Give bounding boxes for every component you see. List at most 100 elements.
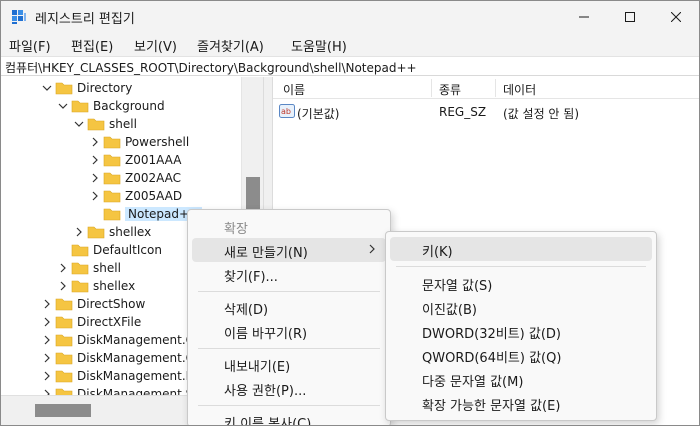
folder-icon xyxy=(71,261,89,275)
folder-icon xyxy=(55,369,73,383)
maximize-icon xyxy=(625,12,635,22)
window-title: 레지스트리 편집기 xyxy=(35,12,135,27)
tree-item-label: DiskManagement.Se xyxy=(77,387,201,395)
chevron-right-icon[interactable] xyxy=(41,388,53,395)
folder-icon xyxy=(71,243,89,257)
tree-item-directory[interactable]: Directory xyxy=(41,79,132,97)
column-header-name[interactable]: 이름 xyxy=(283,81,305,97)
chevron-down-icon[interactable] xyxy=(41,82,53,94)
menu-item-export[interactable]: 내보내기(E) xyxy=(188,352,390,376)
chevron-right-icon[interactable] xyxy=(41,316,53,328)
tree-item-shell-2[interactable]: shell xyxy=(57,259,121,277)
list-header: 이름 종류 데이터 xyxy=(273,77,699,99)
submenu-item-dword-value[interactable]: DWORD(32비트) 값(D) xyxy=(386,319,656,343)
maximize-button[interactable] xyxy=(607,1,653,33)
close-button[interactable] xyxy=(653,1,699,33)
tree-item-shell[interactable]: shell xyxy=(73,115,137,133)
column-divider[interactable] xyxy=(495,79,496,97)
tree-item-z001aaa[interactable]: Z001AAA xyxy=(89,151,181,169)
chevron-right-icon[interactable] xyxy=(41,334,53,346)
column-divider[interactable] xyxy=(431,79,432,97)
tree-item-diskmanagement-2[interactable]: DiskManagement.Co xyxy=(41,349,201,367)
submenu-item-key[interactable]: 키(K) xyxy=(390,237,652,261)
tree-item-powershell[interactable]: Powershell xyxy=(89,133,189,151)
tree-item-label: DiskManagement.Da xyxy=(77,369,203,383)
chevron-down-icon[interactable] xyxy=(57,100,69,112)
chevron-right-icon[interactable] xyxy=(57,280,69,292)
chevron-right-icon[interactable] xyxy=(57,262,69,274)
menu-item-rename[interactable]: 이름 바꾸기(R) xyxy=(188,319,390,343)
folder-icon xyxy=(55,387,73,395)
address-bar[interactable]: 컴퓨터\HKEY_CLASSES_ROOT\Directory\Backgrou… xyxy=(1,56,699,76)
chevron-right-icon[interactable] xyxy=(89,190,101,202)
menu-help[interactable]: 도움말(H) xyxy=(291,36,347,55)
tree-item-directxfile[interactable]: DirectXFile xyxy=(41,313,141,331)
folder-icon xyxy=(103,171,121,185)
tree-item-label: Background xyxy=(93,99,165,113)
close-icon xyxy=(671,12,681,22)
chevron-right-icon[interactable] xyxy=(89,154,101,166)
title-bar: 레지스트리 편집기 xyxy=(1,1,699,33)
submenu-item-multi-string-value[interactable]: 다중 문자열 값(M) xyxy=(386,367,656,391)
tree-item-label: DiskManagement.Co xyxy=(77,333,202,347)
menu-view[interactable]: 보기(V) xyxy=(134,36,177,55)
scrollbar-thumb[interactable] xyxy=(246,177,260,209)
menu-edit[interactable]: 편집(E) xyxy=(71,36,113,55)
menu-item-new[interactable]: 새로 만들기(N) xyxy=(192,238,386,262)
menu-separator xyxy=(198,405,380,406)
registry-editor-window: 레지스트리 편집기 파일(F) 편집(E) 보기(V) 즐겨찾기(A) 도움말(… xyxy=(0,0,700,426)
menu-item-delete[interactable]: 삭제(D) xyxy=(188,295,390,319)
folder-icon xyxy=(55,315,73,329)
tree-item-label: Z002AAC xyxy=(125,171,182,185)
tree-item-label: shellex xyxy=(109,225,152,239)
menu-file[interactable]: 파일(F) xyxy=(9,36,51,55)
tree-item-label: Directory xyxy=(77,81,133,95)
minimize-button[interactable] xyxy=(561,1,607,33)
tree-item-background[interactable]: Background xyxy=(57,97,165,115)
menu-item-permissions[interactable]: 사용 권한(P)... xyxy=(188,376,390,400)
tree-item-z005aad[interactable]: Z005AAD xyxy=(89,187,182,205)
chevron-right-icon[interactable] xyxy=(41,370,53,382)
submenu-item-string-value[interactable]: 문자열 값(S) xyxy=(386,271,656,295)
chevron-right-icon[interactable] xyxy=(89,136,101,148)
tree-item-z002aac[interactable]: Z002AAC xyxy=(89,169,181,187)
folder-icon xyxy=(103,153,121,167)
list-item[interactable]: ab (기본값) REG_SZ (값 설정 안 됨) xyxy=(273,103,699,123)
tree-item-directshow[interactable]: DirectShow xyxy=(41,295,145,313)
tree-item-shellex[interactable]: shellex xyxy=(73,223,151,241)
context-menu: 확장 새로 만들기(N) 찾기(F)... 삭제(D) 이름 바꾸기(R) 내보… xyxy=(187,209,391,425)
tree-item-defaulticon[interactable]: DefaultIcon xyxy=(71,241,162,259)
chevron-down-icon[interactable] xyxy=(73,118,85,130)
menu-separator xyxy=(198,291,380,292)
submenu-item-qword-value[interactable]: QWORD(64비트) 값(Q) xyxy=(386,343,656,367)
value-data: (값 설정 안 됨) xyxy=(503,107,580,121)
scrollbar-thumb[interactable] xyxy=(35,404,91,417)
regedit-app-icon xyxy=(12,10,26,24)
chevron-right-icon[interactable] xyxy=(89,172,101,184)
tree-item-diskmanagement-4[interactable]: DiskManagement.Se xyxy=(41,385,201,395)
folder-icon xyxy=(55,351,73,365)
menu-item-find[interactable]: 찾기(F)... xyxy=(188,262,390,286)
menu-favorites[interactable]: 즐겨찾기(A) xyxy=(197,36,264,55)
menu-separator xyxy=(396,266,646,267)
submenu-item-binary-value[interactable]: 이진값(B) xyxy=(386,295,656,319)
folder-icon xyxy=(103,207,121,221)
tree-item-label: Z005AAD xyxy=(125,189,183,203)
tree-item-diskmanagement-1[interactable]: DiskManagement.Co xyxy=(41,331,201,349)
address-path[interactable]: 컴퓨터\HKEY_CLASSES_ROOT\Directory\Backgrou… xyxy=(5,59,417,76)
chevron-right-icon[interactable] xyxy=(41,298,53,310)
submenu-item-expandable-string-value[interactable]: 확장 가능한 문자열 값(E) xyxy=(386,391,656,415)
folder-icon xyxy=(87,117,105,131)
column-header-type[interactable]: 종류 xyxy=(439,81,461,97)
tree-item-shellex-2[interactable]: shellex xyxy=(57,277,135,295)
tree-item-label: shell xyxy=(109,117,137,131)
value-type: REG_SZ xyxy=(439,105,487,119)
column-header-data[interactable]: 데이터 xyxy=(503,81,536,97)
menu-item-copy-key-name[interactable]: 키 이름 복사(C) xyxy=(188,409,390,425)
chevron-right-icon[interactable] xyxy=(73,226,85,238)
folder-icon xyxy=(55,81,73,95)
tree-item-diskmanagement-3[interactable]: DiskManagement.Da xyxy=(41,367,202,385)
svg-text:ab: ab xyxy=(281,107,291,116)
chevron-right-icon[interactable] xyxy=(41,352,53,364)
new-submenu: 키(K) 문자열 값(S) 이진값(B) DWORD(32비트) 값(D) QW… xyxy=(385,231,657,421)
